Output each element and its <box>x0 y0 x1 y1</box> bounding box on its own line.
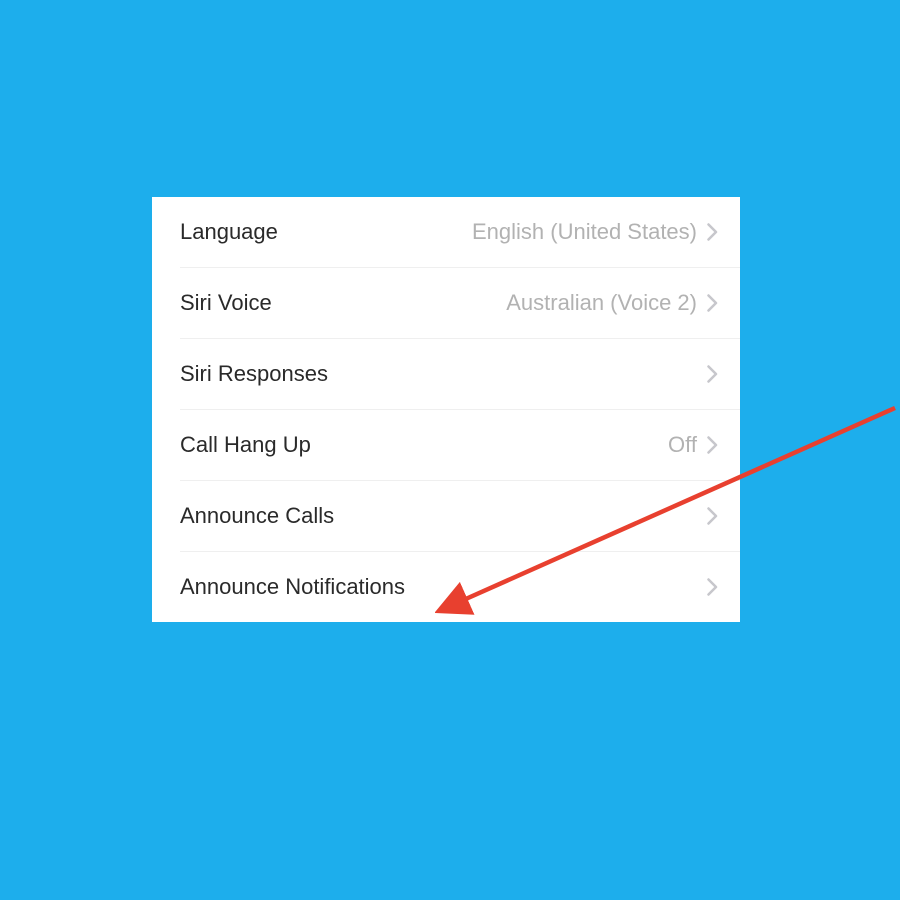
row-label: Announce Calls <box>180 503 334 529</box>
row-announce-notifications[interactable]: Announce Notifications <box>152 552 740 622</box>
row-right: Off <box>668 432 718 458</box>
row-label: Language <box>180 219 278 245</box>
row-value: Australian (Voice 2) <box>506 290 697 316</box>
row-right <box>697 365 718 383</box>
row-announce-calls[interactable]: Announce Calls <box>152 481 740 551</box>
row-label: Call Hang Up <box>180 432 311 458</box>
row-right <box>697 578 718 596</box>
row-siri-voice[interactable]: Siri Voice Australian (Voice 2) <box>152 268 740 338</box>
row-label: Announce Notifications <box>180 574 405 600</box>
chevron-right-icon <box>707 294 718 312</box>
chevron-right-icon <box>707 507 718 525</box>
chevron-right-icon <box>707 223 718 241</box>
row-right: Australian (Voice 2) <box>506 290 718 316</box>
row-value: Off <box>668 432 697 458</box>
chevron-right-icon <box>707 578 718 596</box>
row-right <box>697 507 718 525</box>
chevron-right-icon <box>707 436 718 454</box>
row-right: English (United States) <box>472 219 718 245</box>
row-label: Siri Responses <box>180 361 328 387</box>
chevron-right-icon <box>707 365 718 383</box>
row-call-hang-up[interactable]: Call Hang Up Off <box>152 410 740 480</box>
settings-panel: Language English (United States) Siri Vo… <box>152 197 740 622</box>
row-label: Siri Voice <box>180 290 272 316</box>
row-value: English (United States) <box>472 219 697 245</box>
row-language[interactable]: Language English (United States) <box>152 197 740 267</box>
row-siri-responses[interactable]: Siri Responses <box>152 339 740 409</box>
